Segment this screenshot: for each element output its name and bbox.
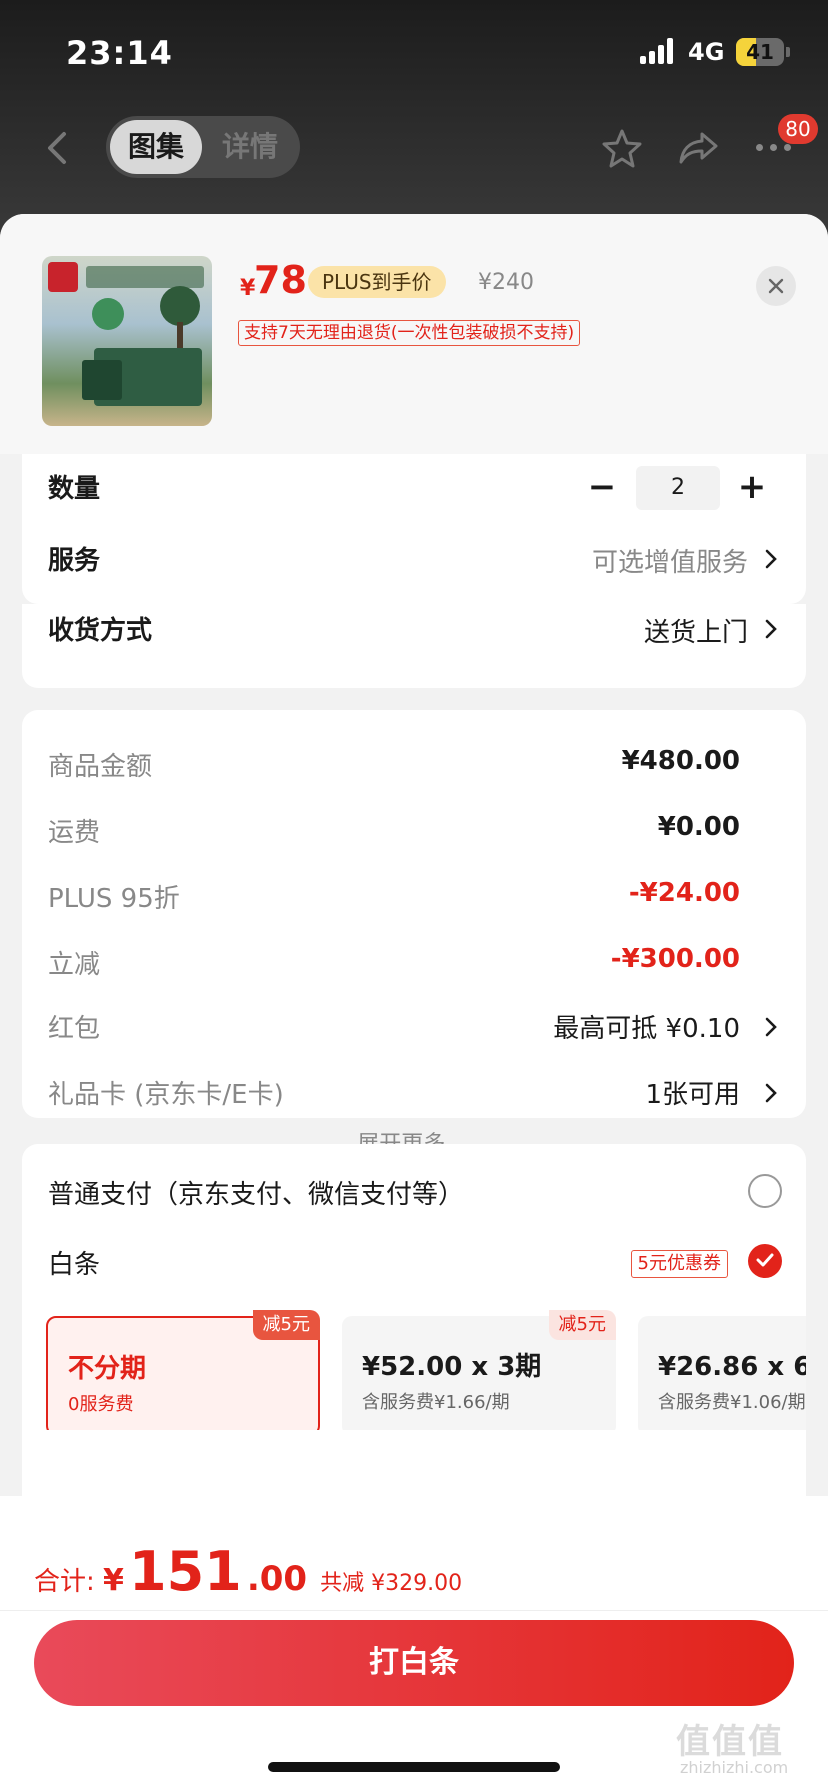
fee-label: 商品金额: [48, 752, 153, 782]
quantity-stepper: − 2 +: [582, 466, 772, 510]
plan-card-6-installments[interactable]: ¥26.86 x 6期 含服务费¥1.06/期: [638, 1316, 806, 1430]
fee-value: 最高可抵 ¥0.10: [553, 1014, 740, 1044]
service-label: 服务: [48, 546, 101, 576]
payment-option-normal[interactable]: 普通支付（京东支付、微信支付等）: [22, 1164, 806, 1220]
fee-value: 1张可用: [645, 1080, 740, 1110]
plan-card-no-installment[interactable]: 减5元 不分期 0服务费: [46, 1310, 320, 1430]
chevron-right-icon: [765, 1017, 777, 1037]
battery-tip: [786, 47, 790, 57]
total-currency: ¥: [103, 1563, 124, 1598]
fee-value: ¥480.00: [621, 746, 740, 776]
battery-percent: 41: [746, 40, 774, 64]
chevron-right-icon: [765, 619, 777, 639]
status-time: 23:14: [66, 34, 173, 72]
plan-subtitle: 含服务费¥1.06/期: [658, 1392, 806, 1413]
quantity-label: 数量: [48, 474, 101, 504]
service-row[interactable]: 服务 可选增值服务: [22, 528, 806, 588]
back-icon[interactable]: [40, 128, 76, 168]
decrease-button[interactable]: −: [582, 466, 622, 510]
radio-checked[interactable]: [748, 1244, 782, 1278]
message-badge: 80: [778, 114, 818, 144]
fee-label: 红包: [48, 1014, 101, 1044]
delivery-label: 收货方式: [48, 616, 153, 646]
options-card: 数量 − 2 + 服务 可选增值服务: [22, 454, 806, 604]
watermark-site: zhizhizhi.com: [680, 1758, 789, 1777]
home-indicator[interactable]: [268, 1762, 560, 1772]
product-price: 78: [254, 258, 307, 302]
signal-icon: [640, 38, 678, 64]
fee-row-instant-discount: 立减 -¥300.00: [22, 936, 806, 986]
close-button[interactable]: [756, 266, 796, 306]
brand-logo: [48, 262, 78, 292]
plan-title: ¥26.86 x 6期: [658, 1352, 806, 1382]
fee-row-subtotal: 商品金额 ¥480.00: [22, 738, 806, 788]
plan-subtitle: 0服务费: [68, 1394, 134, 1415]
close-icon: [768, 278, 784, 294]
payment-label: 白条: [48, 1250, 101, 1280]
status-bar: 23:14 4G 41: [0, 0, 828, 100]
payment-label: 普通支付（京东支付、微信支付等）: [48, 1180, 465, 1210]
radio-unchecked[interactable]: [748, 1174, 782, 1208]
plan-title: 不分期: [68, 1354, 147, 1384]
plan-card-3-installments[interactable]: 减5元 ¥52.00 x 3期 含服务费¥1.66/期: [342, 1310, 616, 1430]
delivery-row[interactable]: 收货方式 送货上门: [22, 598, 806, 658]
fee-value: ¥0.00: [657, 812, 740, 842]
plan-title: ¥52.00 x 3期: [362, 1352, 542, 1382]
pay-with-baitiao-button[interactable]: 打白条: [34, 1620, 794, 1706]
fees-card: 商品金额 ¥480.00 运费 ¥0.00 PLUS 95折 -¥24.00 立…: [22, 710, 806, 1118]
increase-button[interactable]: +: [732, 466, 772, 510]
divider: [0, 1610, 828, 1611]
delivery-value: 送货上门: [643, 618, 748, 648]
total-decimal: .00: [246, 1559, 308, 1599]
original-price: ¥240: [478, 270, 534, 295]
tab-gallery[interactable]: 图集: [110, 120, 202, 174]
check-icon: [756, 1253, 774, 1267]
plan-discount-tag: 减5元: [252, 1310, 320, 1340]
view-switch: 图集 详情: [106, 116, 300, 178]
total-summary: 合计: ¥ 151 .00 共减 ¥329.00: [34, 1540, 463, 1603]
product-header: ¥ 78 PLUS到手价 ¥240 支持7天无理由退货(一次性包装破损不支持): [0, 214, 828, 454]
plan-discount-tag: 减5元: [548, 1310, 616, 1340]
quantity-row: 数量 − 2 +: [22, 456, 806, 516]
delivery-card: 收货方式 送货上门: [22, 604, 806, 688]
watermark-logo: 值值值: [676, 1722, 784, 1762]
plus-price-tag: PLUS到手价: [308, 266, 446, 298]
fee-row-gift-card[interactable]: 礼品卡 (京东卡/E卡) 1张可用: [22, 1066, 806, 1116]
fee-row-plus-discount: PLUS 95折 -¥24.00: [22, 870, 806, 920]
chevron-right-icon: [765, 1083, 777, 1103]
fee-value: -¥300.00: [610, 944, 740, 974]
return-policy-tag: 支持7天无理由退货(一次性包装破损不支持): [238, 320, 581, 346]
payment-option-baitiao[interactable]: 白条 5元优惠券: [22, 1234, 806, 1290]
fee-label: 礼品卡 (京东卡/E卡): [48, 1080, 284, 1110]
service-value: 可选增值服务: [591, 548, 748, 578]
total-saved: 共减 ¥329.00: [320, 1571, 463, 1596]
tab-details[interactable]: 详情: [204, 120, 296, 174]
fee-row-red-packet[interactable]: 红包 最高可抵 ¥0.10: [22, 1000, 806, 1050]
fee-label: 立减: [48, 950, 101, 980]
installment-plans: 减5元 不分期 0服务费 减5元 ¥52.00 x 3期 含服务费¥1.66/期…: [46, 1310, 806, 1430]
fee-row-shipping: 运费 ¥0.00: [22, 804, 806, 854]
coupon-tag: 5元优惠券: [630, 1250, 728, 1278]
network-type: 4G: [688, 38, 725, 66]
total-amount: 151: [129, 1540, 242, 1603]
product-image: [42, 256, 212, 426]
favorite-star-icon[interactable]: [600, 126, 644, 174]
battery-icon: 41: [736, 38, 784, 66]
fee-label: PLUS 95折: [48, 884, 180, 914]
fee-label: 运费: [48, 818, 101, 848]
quantity-input[interactable]: 2: [636, 466, 720, 510]
share-icon[interactable]: [676, 126, 720, 174]
total-label: 合计:: [34, 1567, 104, 1597]
chevron-right-icon: [765, 549, 777, 569]
plan-subtitle: 含服务费¥1.66/期: [362, 1392, 510, 1413]
fee-value: -¥24.00: [628, 878, 740, 908]
checkout-bar: 合计: ¥ 151 .00 共减 ¥329.00 打白条 值值值 zhizhiz…: [0, 1496, 828, 1792]
nav-bar: 图集 详情 80: [0, 108, 828, 188]
